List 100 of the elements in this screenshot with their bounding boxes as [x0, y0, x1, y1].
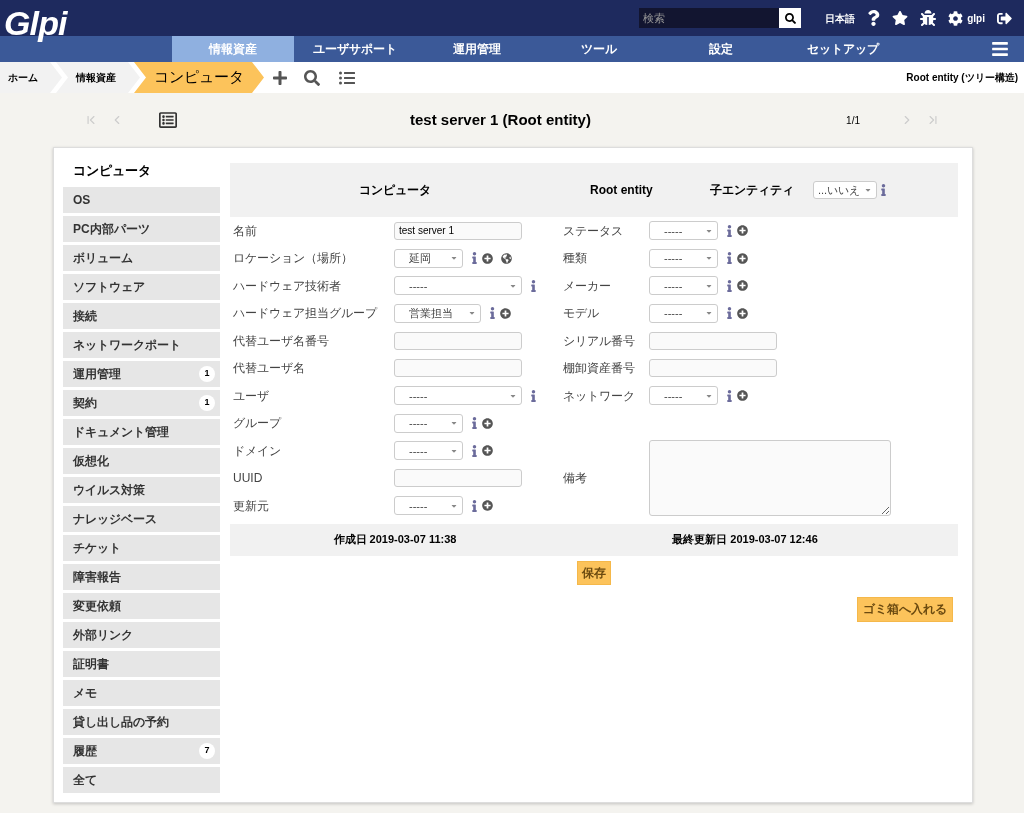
breadcrumb[interactable]: 情報資産	[56, 62, 140, 93]
add-icon[interactable]	[737, 252, 748, 264]
info-icon[interactable]	[726, 307, 733, 320]
info-icon[interactable]	[530, 389, 537, 402]
bug-icon[interactable]	[920, 10, 937, 26]
sidebar-tab[interactable]: 履歴 7	[63, 738, 220, 764]
select-field[interactable]: 営業担当	[394, 303, 481, 323]
menu-tab[interactable]: 設定	[660, 36, 782, 62]
form-type: コンピュータ	[358, 182, 432, 199]
list-icon[interactable]	[158, 111, 178, 129]
menu-tab[interactable]: ツール	[538, 36, 660, 62]
info-icon[interactable]	[726, 252, 733, 265]
add-icon[interactable]	[737, 307, 748, 319]
select-field[interactable]: 延岡	[394, 248, 463, 268]
add-icon[interactable]	[482, 252, 493, 264]
save-button[interactable]: 保存	[577, 560, 611, 585]
select-field[interactable]: -----	[649, 303, 718, 323]
search-icon[interactable]	[304, 69, 320, 86]
sidebar-tab[interactable]: 変更依頼	[63, 593, 220, 619]
notes-field[interactable]	[649, 439, 891, 516]
sidebar-tab[interactable]: 全て	[63, 767, 220, 793]
user-link[interactable]: glpi	[967, 10, 985, 26]
info-icon[interactable]	[880, 184, 887, 196]
info-icon[interactable]	[471, 444, 478, 457]
entity-label[interactable]: Root entity (ツリー構造)	[906, 70, 1018, 85]
sidebar-tab[interactable]: ボリューム	[63, 245, 220, 271]
entity-name: Root entity	[589, 182, 654, 199]
menu-icon[interactable]	[990, 40, 1010, 58]
language-link[interactable]: 日本語	[825, 10, 856, 26]
page-title: test server 1 (Root entity)	[410, 109, 591, 130]
recursive-select[interactable]: ...いいえ	[813, 181, 877, 199]
menu-tab[interactable]: 運用管理	[416, 36, 538, 62]
count-badge: 1	[199, 366, 215, 382]
sidebar-tab[interactable]: ウイルス対策	[63, 477, 220, 503]
sidebar-tab[interactable]: 仮想化	[63, 448, 220, 474]
field-label: 代替ユーザ名	[233, 360, 306, 378]
logo[interactable]: Glpi	[4, 6, 67, 40]
info-icon[interactable]	[471, 252, 478, 265]
sidebar-tab[interactable]: ネットワークポート	[63, 332, 220, 358]
info-icon[interactable]	[726, 224, 733, 237]
select-field[interactable]: -----	[394, 386, 522, 406]
info-icon[interactable]	[726, 279, 733, 292]
add-icon[interactable]	[737, 280, 748, 292]
sidebar-tab[interactable]: ドキュメント管理	[63, 419, 220, 445]
sidebar-tab[interactable]: 接続	[63, 303, 220, 329]
info-icon[interactable]	[530, 279, 537, 292]
star-icon[interactable]	[892, 10, 909, 26]
sidebar-tab[interactable]: チケット	[63, 535, 220, 561]
updated-date: 最終更新日 2019-03-07 12:46	[671, 532, 819, 548]
sidebar-tab[interactable]: ナレッジベース	[63, 506, 220, 532]
select-field[interactable]: -----	[649, 221, 718, 241]
select-field[interactable]: -----	[394, 496, 463, 516]
logout-icon[interactable]	[997, 10, 1012, 26]
field-label: モデル	[563, 305, 600, 323]
help-icon[interactable]	[867, 10, 881, 26]
select-field[interactable]: -----	[394, 441, 463, 461]
add-icon[interactable]	[272, 69, 288, 86]
info-icon[interactable]	[471, 499, 478, 512]
add-icon[interactable]	[500, 307, 511, 319]
select-field[interactable]: -----	[394, 413, 463, 433]
sidebar-tab[interactable]: メモ	[63, 680, 220, 706]
add-icon[interactable]	[737, 390, 748, 402]
text-field[interactable]	[649, 359, 777, 378]
info-icon[interactable]	[471, 417, 478, 430]
sidebar-tab[interactable]: 契約 1	[63, 390, 220, 416]
sidebar-tab[interactable]: OS	[63, 187, 220, 213]
sidebar-tab[interactable]: 外部リンク	[63, 622, 220, 648]
sidebar-tab[interactable]: 障害報告	[63, 564, 220, 590]
text-field[interactable]	[394, 359, 522, 378]
select-field[interactable]: -----	[649, 386, 718, 406]
text-field[interactable]	[649, 331, 777, 350]
sidebar-tab[interactable]: 証明書	[63, 651, 220, 677]
menu-tab[interactable]: ユーザサポート	[294, 36, 416, 62]
search-button[interactable]	[779, 8, 802, 28]
text-field[interactable]	[394, 469, 522, 488]
search-field[interactable]: 検索	[639, 8, 780, 28]
list-icon[interactable]	[336, 69, 358, 86]
select-field[interactable]: -----	[649, 276, 718, 296]
menu-tab[interactable]: セットアップ	[782, 36, 904, 62]
info-icon[interactable]	[489, 307, 496, 320]
sidebar-tab[interactable]: PC内部パーツ	[63, 216, 220, 242]
field-label: ハードウェア技術者	[233, 277, 342, 295]
add-icon[interactable]	[482, 445, 493, 457]
add-icon[interactable]	[737, 225, 748, 237]
add-icon[interactable]	[482, 417, 493, 429]
breadcrumb[interactable]: コンピュータ	[134, 62, 264, 93]
globe-icon[interactable]	[501, 252, 512, 264]
settings-icon[interactable]	[948, 10, 964, 26]
breadcrumb[interactable]: ホーム	[0, 62, 62, 93]
count-badge: 1	[199, 395, 215, 411]
trash-button[interactable]: ゴミ箱へ入れる	[857, 596, 953, 622]
text-field[interactable]: test server 1	[394, 221, 522, 240]
add-icon[interactable]	[482, 500, 493, 512]
sidebar-tab[interactable]: ソフトウェア	[63, 274, 220, 300]
select-field[interactable]: -----	[649, 248, 718, 268]
text-field[interactable]	[394, 331, 522, 350]
info-icon[interactable]	[726, 389, 733, 402]
sidebar-tab[interactable]: 貸し出し品の予約	[63, 709, 220, 735]
select-field[interactable]: -----	[394, 276, 522, 296]
sidebar-tab[interactable]: 運用管理 1	[63, 361, 220, 387]
